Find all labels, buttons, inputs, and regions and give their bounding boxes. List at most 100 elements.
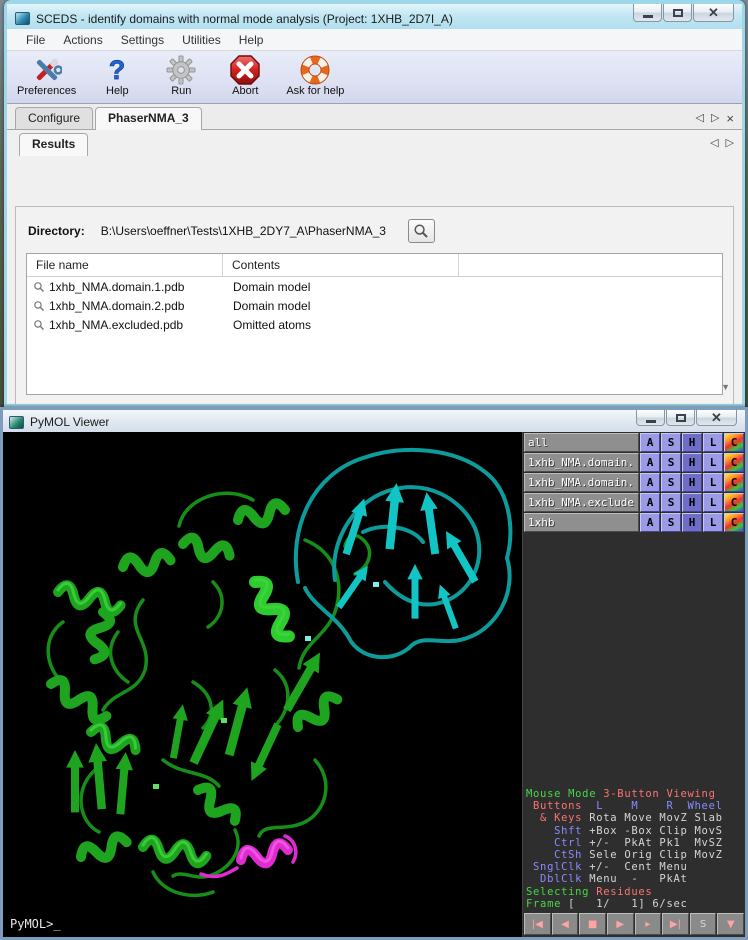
file-list-header: File name Contents (27, 254, 722, 277)
object-a-button[interactable]: A (640, 473, 660, 492)
object-row: 1xhbASHLC (524, 513, 744, 532)
object-l-button[interactable]: L (703, 453, 723, 472)
step-back-button[interactable]: ◀ (552, 913, 579, 935)
mouse-panel-line: DblClk Menu - PkAt (526, 873, 744, 885)
results-panel: Directory: B:\Users\oeffner\Tests\1XHB_2… (15, 206, 734, 404)
tab-phasernma-3[interactable]: PhaserNMA_3 (95, 107, 202, 130)
browse-directory-button[interactable] (408, 219, 435, 243)
mouse-panel-line: Buttons L M R Wheel (526, 800, 744, 812)
object-name[interactable]: 1xhb_NMA.exclude (524, 493, 639, 512)
sceds-titlebar[interactable]: SCEDS - identify domains with normal mod… (7, 4, 742, 29)
object-h-button[interactable]: H (682, 513, 702, 532)
pymol-maximize-button[interactable] (666, 410, 695, 426)
ask-for-help-button[interactable]: Ask for help (286, 54, 344, 97)
object-s-button[interactable]: S (661, 493, 681, 512)
object-c-button[interactable]: C (724, 433, 744, 452)
object-h-button[interactable]: H (682, 433, 702, 452)
stop-button[interactable]: ■ (579, 913, 606, 935)
mouse-panel-line: & Keys Rota Move MovZ Slab (526, 812, 744, 824)
tab-configure[interactable]: Configure (15, 107, 93, 129)
mouse-panel-line: SnglClk +/- Cent Menu (526, 861, 744, 873)
pymol-titlebar[interactable]: PyMOL Viewer ✕ (3, 410, 745, 432)
object-s-button[interactable]: S (661, 433, 681, 452)
column-file-name[interactable]: File name (27, 254, 223, 276)
gear-icon (166, 54, 196, 86)
object-h-button[interactable]: H (682, 473, 702, 492)
preferences-button[interactable]: Preferences (17, 54, 76, 97)
object-c-button[interactable]: C (724, 453, 744, 472)
pymol-app-icon (9, 416, 24, 429)
object-name[interactable]: all (524, 433, 639, 452)
tab-scroll-left-icon[interactable]: ◁ (695, 111, 703, 126)
tab-bar: Configure PhaserNMA_3 ◁ ▷ × (7, 104, 742, 130)
table-row[interactable]: 1xhb_NMA.domain.2.pdbDomain model (27, 296, 722, 315)
table-row[interactable]: 1xhb_NMA.domain.1.pdbDomain model (27, 277, 722, 296)
file-contents: Omitted atoms (223, 318, 311, 332)
magnifier-icon (33, 300, 45, 312)
mouse-panel-line[interactable]: Mouse Mode 3-Button Viewing (526, 788, 744, 800)
mouse-mode-panel: Mouse Mode 3-Button Viewing Buttons L M … (526, 788, 744, 910)
go-to-start-button[interactable]: |◀ (524, 913, 551, 935)
go-to-end-button[interactable]: ▶| (662, 913, 689, 935)
minimize-icon (643, 15, 653, 18)
mouse-panel-line: Ctrl +/- PkAt Pk1 MvSZ (526, 837, 744, 849)
minimize-button[interactable] (633, 4, 662, 22)
tab-scroll-right-icon[interactable]: ▷ (711, 111, 719, 126)
object-l-button[interactable]: L (703, 473, 723, 492)
object-s-button[interactable]: S (661, 453, 681, 472)
maximize-icon (673, 9, 683, 17)
pymol-3d-viewport[interactable]: PyMOL>_ (3, 432, 522, 937)
svg-text:?: ? (109, 55, 126, 85)
tab-close-icon[interactable]: × (726, 111, 734, 126)
object-s-button[interactable]: S (661, 473, 681, 492)
file-contents: Domain model (223, 280, 310, 294)
mouse-panel-line: Frame [ 1/ 1] 6/sec (526, 898, 744, 910)
play-button[interactable]: ▶ (607, 913, 634, 935)
maximize-button[interactable] (663, 4, 692, 22)
menu-file[interactable]: File (17, 31, 54, 49)
pymol-command-prompt[interactable]: PyMOL>_ (10, 917, 61, 931)
menu-bar: FileActionsSettingsUtilitiesHelp (7, 29, 742, 51)
pymol-minimize-button[interactable] (636, 410, 665, 426)
object-a-button[interactable]: A (640, 513, 660, 532)
object-c-button[interactable]: C (724, 513, 744, 532)
close-button[interactable]: ✕ (693, 4, 734, 22)
object-a-button[interactable]: A (640, 493, 660, 512)
pymol-close-button[interactable]: ✕ (696, 410, 737, 426)
object-l-button[interactable]: L (703, 513, 723, 532)
help-button[interactable]: ? Help (94, 54, 140, 97)
abort-button[interactable]: Abort (222, 54, 268, 97)
column-contents[interactable]: Contents (223, 254, 459, 276)
menu-utilities[interactable]: Utilities (173, 31, 230, 49)
object-h-button[interactable]: H (682, 493, 702, 512)
sceds-window-title: SCEDS - identify domains with normal mod… (36, 12, 453, 26)
object-c-button[interactable]: C (724, 493, 744, 512)
table-row[interactable]: 1xhb_NMA.excluded.pdbOmitted atoms (27, 315, 722, 334)
file-name: 1xhb_NMA.domain.2.pdb (49, 299, 184, 313)
object-c-button[interactable]: C (724, 473, 744, 492)
run-button[interactable]: Run (158, 54, 204, 97)
menu-dropdown-button[interactable]: ▼ (717, 913, 744, 935)
pymol-side-panel: allASHLC1xhb_NMA.domain.ASHLC1xhb_NMA.do… (522, 432, 745, 937)
mouse-panel-line: CtSh Sele Orig Clip MovZ (526, 849, 744, 861)
object-name[interactable]: 1xhb_NMA.domain. (524, 453, 639, 472)
object-l-button[interactable]: L (703, 493, 723, 512)
object-a-button[interactable]: A (640, 453, 660, 472)
mouse-panel-line[interactable]: Selecting Residues (526, 886, 744, 898)
step-forward-button[interactable]: ▸ (635, 913, 662, 935)
scroll-down-icon[interactable]: ▼ (721, 382, 730, 392)
menu-help[interactable]: Help (230, 31, 273, 49)
object-name[interactable]: 1xhb (524, 513, 639, 532)
menu-settings[interactable]: Settings (112, 31, 173, 49)
tab-results[interactable]: Results (19, 133, 88, 156)
object-l-button[interactable]: L (703, 433, 723, 452)
object-s-button[interactable]: S (661, 513, 681, 532)
close-icon: ✕ (711, 413, 722, 423)
menu-actions[interactable]: Actions (54, 31, 111, 49)
object-h-button[interactable]: H (682, 453, 702, 472)
subtab-scroll-right-icon[interactable]: ▷ (726, 136, 734, 149)
subtab-scroll-left-icon[interactable]: ◁ (710, 136, 718, 149)
object-a-button[interactable]: A (640, 433, 660, 452)
object-name[interactable]: 1xhb_NMA.domain. (524, 473, 639, 492)
scene-button[interactable]: S (690, 913, 717, 935)
